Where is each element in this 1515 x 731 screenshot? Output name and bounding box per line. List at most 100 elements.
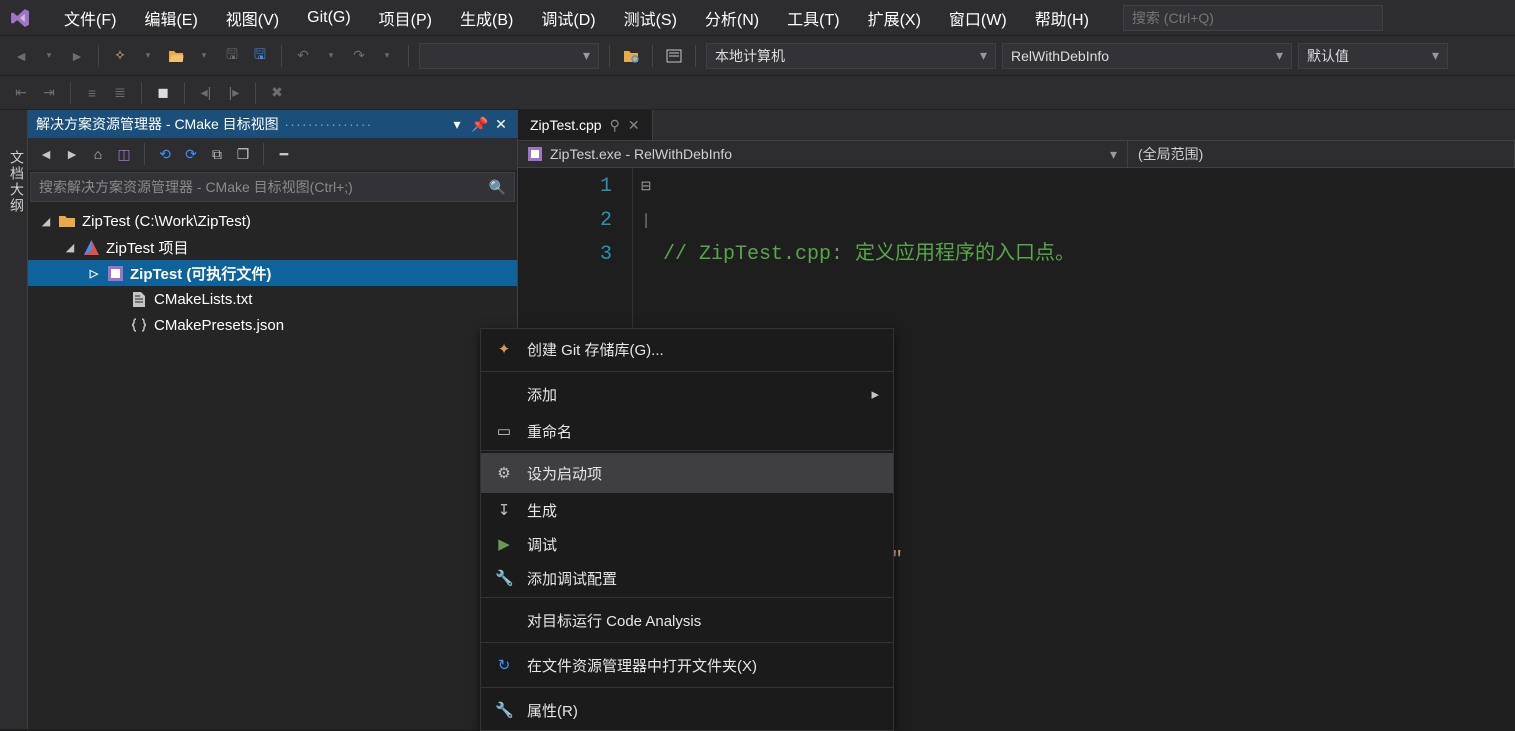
folder-search-icon[interactable] (620, 44, 642, 68)
panel-title-label: 解决方案资源管理器 - CMake 目标视图 (36, 114, 279, 134)
separator (695, 45, 696, 67)
ctx-properties[interactable]: 🔧 属性(R) (481, 690, 893, 730)
vs-logo-icon (8, 6, 32, 30)
close-icon[interactable]: ✕ (493, 116, 509, 133)
tree-root[interactable]: ◢ ZipTest (C:\Work\ZipTest) (28, 208, 517, 234)
prev-bookmark-icon[interactable]: ◂| (195, 81, 217, 105)
save-all-icon[interactable]: 🖫 (249, 44, 271, 68)
ctx-code-analysis[interactable]: 对目标运行 Code Analysis (481, 600, 893, 640)
ctx-create-git-repo[interactable]: ✦ 创建 Git 存储库(G)... (481, 329, 893, 369)
pin-icon[interactable]: 📌 (471, 116, 487, 133)
nav-fwd-icon[interactable]: ► (62, 144, 82, 164)
expander-open-icon[interactable]: ◢ (40, 215, 52, 228)
refresh-icon[interactable]: ⟲ (155, 144, 175, 164)
menu-edit[interactable]: 编辑(E) (130, 0, 211, 36)
configuration-combo[interactable]: RelWithDebInfo ▾ (1002, 43, 1292, 69)
wrench-icon: 🔧 (495, 569, 513, 587)
outdent-icon[interactable]: ⇤ (10, 81, 32, 105)
next-bookmark-icon[interactable]: |▸ (223, 81, 245, 105)
ctx-build[interactable]: ↧ 生成 (481, 493, 893, 527)
comment-icon[interactable]: ≡ (81, 81, 103, 105)
undo-icon[interactable]: ↶ (292, 44, 314, 68)
menu-ext[interactable]: 扩展(X) (854, 0, 935, 36)
chevron-down-icon[interactable]: ▾ (376, 44, 398, 68)
chevron-down-icon: ▾ (583, 47, 590, 64)
menu-build[interactable]: 生成(B) (446, 0, 527, 36)
bookmark-icon[interactable]: ◼ (152, 81, 174, 105)
ctx-add-debug-config[interactable]: 🔧 添加调试配置 (481, 561, 893, 595)
menu-window[interactable]: 窗口(W) (935, 0, 1021, 36)
properties-icon[interactable]: ━ (274, 144, 294, 164)
global-search-input[interactable] (1123, 5, 1383, 31)
menu-analyze[interactable]: 分析(N) (691, 0, 773, 36)
wrench-icon: 🔧 (495, 701, 513, 719)
menu-debug[interactable]: 调试(D) (527, 0, 609, 36)
defaults-value: 默认值 (1307, 46, 1349, 66)
save-icon[interactable]: 🖫 (221, 44, 243, 68)
menu-view[interactable]: 视图(V) (212, 0, 293, 36)
new-file-icon[interactable]: ✧ (109, 44, 131, 68)
menu-project[interactable]: 项目(P) (365, 0, 446, 36)
chevron-down-icon[interactable]: ▾ (38, 44, 60, 68)
code-line-1: // ZipTest.cpp: 定义应用程序的入口点。 (663, 243, 1075, 266)
preview-icon[interactable] (663, 44, 685, 68)
close-icon[interactable]: ✕ (628, 117, 640, 134)
json-file-icon (130, 318, 148, 333)
expander-open-icon[interactable]: ◢ (64, 241, 76, 254)
sync-icon[interactable]: ⟳ (181, 144, 201, 164)
ctx-rename[interactable]: ▭ 重命名 (481, 414, 893, 448)
menu-tools[interactable]: 工具(T) (773, 0, 853, 36)
home-icon[interactable]: ⌂ (88, 144, 108, 164)
editor-tab-ziptest[interactable]: ZipTest.cpp ⚲ ✕ (518, 110, 653, 140)
chevron-down-icon[interactable]: ▾ (137, 44, 159, 68)
search-icon: 🔍 (489, 179, 506, 196)
expander-closed-icon[interactable]: ▷ (88, 267, 100, 280)
switch-views-icon[interactable]: ◫ (114, 144, 134, 164)
redo-icon[interactable]: ↷ (348, 44, 370, 68)
separator (281, 45, 282, 67)
chevron-down-icon[interactable]: ▾ (193, 44, 215, 68)
ctx-set-startup[interactable]: ⚙ 设为启动项 (481, 453, 893, 493)
rename-icon: ▭ (495, 422, 513, 440)
nav-scope-combo[interactable]: (全局范围) (1128, 141, 1515, 167)
ctx-debug[interactable]: ▶ 调试 (481, 527, 893, 561)
tree-project[interactable]: ◢ ZipTest 项目 (28, 234, 517, 260)
nav-back-icon[interactable]: ◄ (36, 144, 56, 164)
clear-bookmarks-icon[interactable]: ✖ (266, 81, 288, 105)
separator (481, 371, 893, 372)
cmake-project-icon (82, 240, 100, 255)
tree-cmakelists[interactable]: CMakeLists.txt (28, 286, 517, 312)
solexp-search[interactable]: 搜索解决方案资源管理器 - CMake 目标视图(Ctrl+;) 🔍 (30, 172, 515, 202)
nav-target-combo[interactable]: ZipTest.exe - RelWithDebInfo ▾ (518, 141, 1128, 167)
indent-icon[interactable]: ⇥ (38, 81, 60, 105)
tree-cmakelists-label: CMakeLists.txt (154, 291, 252, 308)
panel-title-dots: ∙∙∙∙∙∙∙∙∙∙∙∙∙∙∙ (285, 116, 443, 132)
pin-icon[interactable]: ⚲ (610, 117, 620, 134)
tree-presets[interactable]: CMakePresets.json (28, 312, 517, 338)
ctx-open-in-explorer[interactable]: ↻ 在文件资源管理器中打开文件夹(X) (481, 645, 893, 685)
tree-presets-label: CMakePresets.json (154, 317, 284, 334)
menu-test[interactable]: 测试(S) (610, 0, 691, 36)
collapse-all-icon[interactable]: ⧉ (207, 144, 227, 164)
file-icon (130, 292, 148, 307)
show-all-files-icon[interactable]: ❐ (233, 144, 253, 164)
tree-executable[interactable]: ▷ ZipTest (可执行文件) (28, 260, 517, 286)
menu-git[interactable]: Git(G) (293, 3, 365, 33)
menu-help[interactable]: 帮助(H) (1021, 0, 1103, 36)
solution-explorer-titlebar[interactable]: 解决方案资源管理器 - CMake 目标视图 ∙∙∙∙∙∙∙∙∙∙∙∙∙∙∙ ▾… (28, 110, 517, 138)
document-outline-tab[interactable]: 文档大纲 (0, 110, 28, 729)
menu-file[interactable]: 文件(F) (50, 0, 130, 36)
chevron-down-icon[interactable]: ▾ (449, 116, 465, 133)
defaults-combo[interactable]: 默认值 ▾ (1298, 43, 1448, 69)
chevron-down-icon[interactable]: ▾ (320, 44, 342, 68)
folder-icon (58, 215, 76, 228)
debug-target-combo[interactable]: 本地计算机 ▾ (706, 43, 996, 69)
nav-fwd-icon[interactable]: ► (66, 44, 88, 68)
empty-combo[interactable]: ▾ (419, 43, 599, 69)
nav-back-icon[interactable]: ◄ (10, 44, 32, 68)
uncomment-icon[interactable]: ≣ (109, 81, 131, 105)
ctx-add[interactable]: 添加 ▸ (481, 374, 893, 414)
open-folder-icon[interactable] (165, 44, 187, 68)
separator (263, 143, 264, 165)
fold-collapse-icon[interactable]: ⊟ (633, 170, 659, 204)
